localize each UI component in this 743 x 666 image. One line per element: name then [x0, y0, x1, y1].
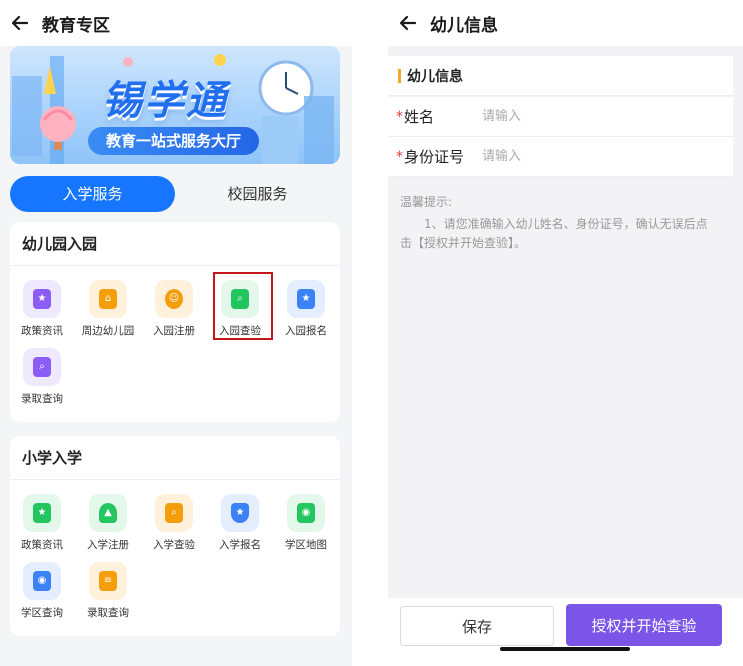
- kg-register-tile[interactable]: ☺ 入园注册: [142, 280, 206, 338]
- bottom-action-bar: 保存 授权并开始查验: [388, 598, 743, 666]
- banner-title: 锡学通: [102, 78, 228, 124]
- banner-subtitle: 教育一站式服务大厅: [88, 127, 260, 155]
- ps-district-map-tile[interactable]: ◉ 学区地图: [274, 494, 338, 552]
- map-search-icon: ◉: [23, 562, 61, 600]
- ps-signup-tile[interactable]: ★ 入学报名: [208, 494, 272, 552]
- authorize-verify-button[interactable]: 授权并开始查验: [566, 604, 722, 646]
- graduate-student-icon: ▲: [89, 494, 127, 532]
- save-button[interactable]: 保存: [400, 606, 554, 646]
- tile-label: 入学查验: [153, 539, 195, 551]
- tile-label: 学区查询: [21, 607, 63, 619]
- section-header: 幼儿信息: [388, 56, 733, 96]
- service-tabs: 入学服务 校园服务: [10, 176, 340, 212]
- id-number-field-row: * 身份证号: [388, 137, 733, 177]
- highlight-box: [213, 272, 273, 340]
- bookmark-star-icon: ★: [287, 280, 325, 318]
- id-number-input[interactable]: [482, 149, 682, 164]
- tips-body: 1、请您准确输入幼儿姓名、身份证号，确认无误后点击【授权并开始查验】。: [400, 217, 708, 250]
- tips-title: 温馨提示:: [400, 195, 453, 209]
- tile-label: 周边幼儿园: [81, 325, 135, 337]
- ps-register-tile[interactable]: ▲ 入学注册: [76, 494, 140, 552]
- policy-doc-icon: ★: [23, 494, 61, 532]
- tile-label: 入学报名: [219, 539, 261, 551]
- kg-policy-tile[interactable]: ★ 政策资讯: [10, 280, 74, 338]
- tile-label: 政策资讯: [21, 539, 63, 551]
- back-arrow-icon[interactable]: [10, 13, 30, 33]
- page-title: 幼儿信息: [430, 15, 498, 36]
- top-bar: 教育专区: [0, 0, 352, 46]
- smiley-face-icon: ☺: [155, 280, 193, 318]
- tile-label: 学区地图: [285, 539, 327, 551]
- kg-admission-query-tile[interactable]: ⌕ 录取查询: [10, 348, 74, 406]
- home-indicator: [500, 647, 630, 651]
- policy-doc-icon: ★: [23, 280, 61, 318]
- tab-campus-service[interactable]: 校园服务: [175, 176, 340, 212]
- promo-banner[interactable]: 锡学通 教育一站式服务大厅: [10, 46, 340, 164]
- ps-district-query-tile[interactable]: ◉ 学区查询: [10, 562, 74, 620]
- primary-card-title: 小学入学: [10, 436, 340, 480]
- tile-label: 录取查询: [87, 607, 129, 619]
- kindergarten-card-title: 幼儿园入园: [10, 222, 340, 266]
- document-search-icon: ⌕: [155, 494, 193, 532]
- list-doc-icon: ≡: [89, 562, 127, 600]
- tile-label: 录取查询: [21, 393, 63, 405]
- map-pin-icon: ◉: [287, 494, 325, 532]
- child-info-screen: 幼儿信息 幼儿信息 * 姓名 * 身份证号 温馨提示: 1、请您准确输入幼儿姓名…: [388, 0, 743, 666]
- page-title: 教育专区: [42, 15, 110, 36]
- name-label: 姓名: [404, 108, 435, 126]
- section-accent-bar: [398, 68, 401, 83]
- name-input[interactable]: [482, 109, 682, 124]
- education-zone-screen: 教育专区 锡学通 教育一站式服务大厅 入学服务 校园服务 幼儿园入园 ★ 政策资…: [0, 0, 352, 666]
- search-doc-icon: ⌕: [23, 348, 61, 386]
- top-bar: 幼儿信息: [388, 0, 743, 46]
- section-title: 幼儿信息: [407, 68, 463, 85]
- back-arrow-icon[interactable]: [398, 13, 418, 33]
- kg-signup-tile[interactable]: ★ 入园报名: [274, 280, 338, 338]
- tile-label: 入园报名: [285, 325, 327, 337]
- tile-label: 入园注册: [153, 325, 195, 337]
- primary-school-card: 小学入学 ★ 政策资讯 ▲ 入学注册 ⌕ 入学查验 ★ 入学报名 ◉ 学区地图: [10, 436, 340, 636]
- ps-verify-tile[interactable]: ⌕ 入学查验: [142, 494, 206, 552]
- kg-nearby-tile[interactable]: ⌂ 周边幼儿园: [76, 280, 140, 338]
- required-star-icon: *: [396, 108, 403, 125]
- ps-admission-query-tile[interactable]: ≡ 录取查询: [76, 562, 140, 620]
- ps-policy-tile[interactable]: ★ 政策资讯: [10, 494, 74, 552]
- name-field-row: * 姓名: [388, 97, 733, 137]
- tile-label: 政策资讯: [21, 325, 63, 337]
- kindergarten-card: 幼儿园入园 ★ 政策资讯 ⌂ 周边幼儿园 ☺ 入园注册 ⌕ 入园查验 ★ 入园报…: [10, 222, 340, 422]
- tile-label: 入学注册: [87, 539, 129, 551]
- shield-star-icon: ★: [221, 494, 259, 532]
- kindergarten-building-icon: ⌂: [89, 280, 127, 318]
- id-number-label: 身份证号: [404, 148, 465, 166]
- required-star-icon: *: [396, 148, 403, 165]
- tab-enrollment-service[interactable]: 入学服务: [10, 176, 175, 212]
